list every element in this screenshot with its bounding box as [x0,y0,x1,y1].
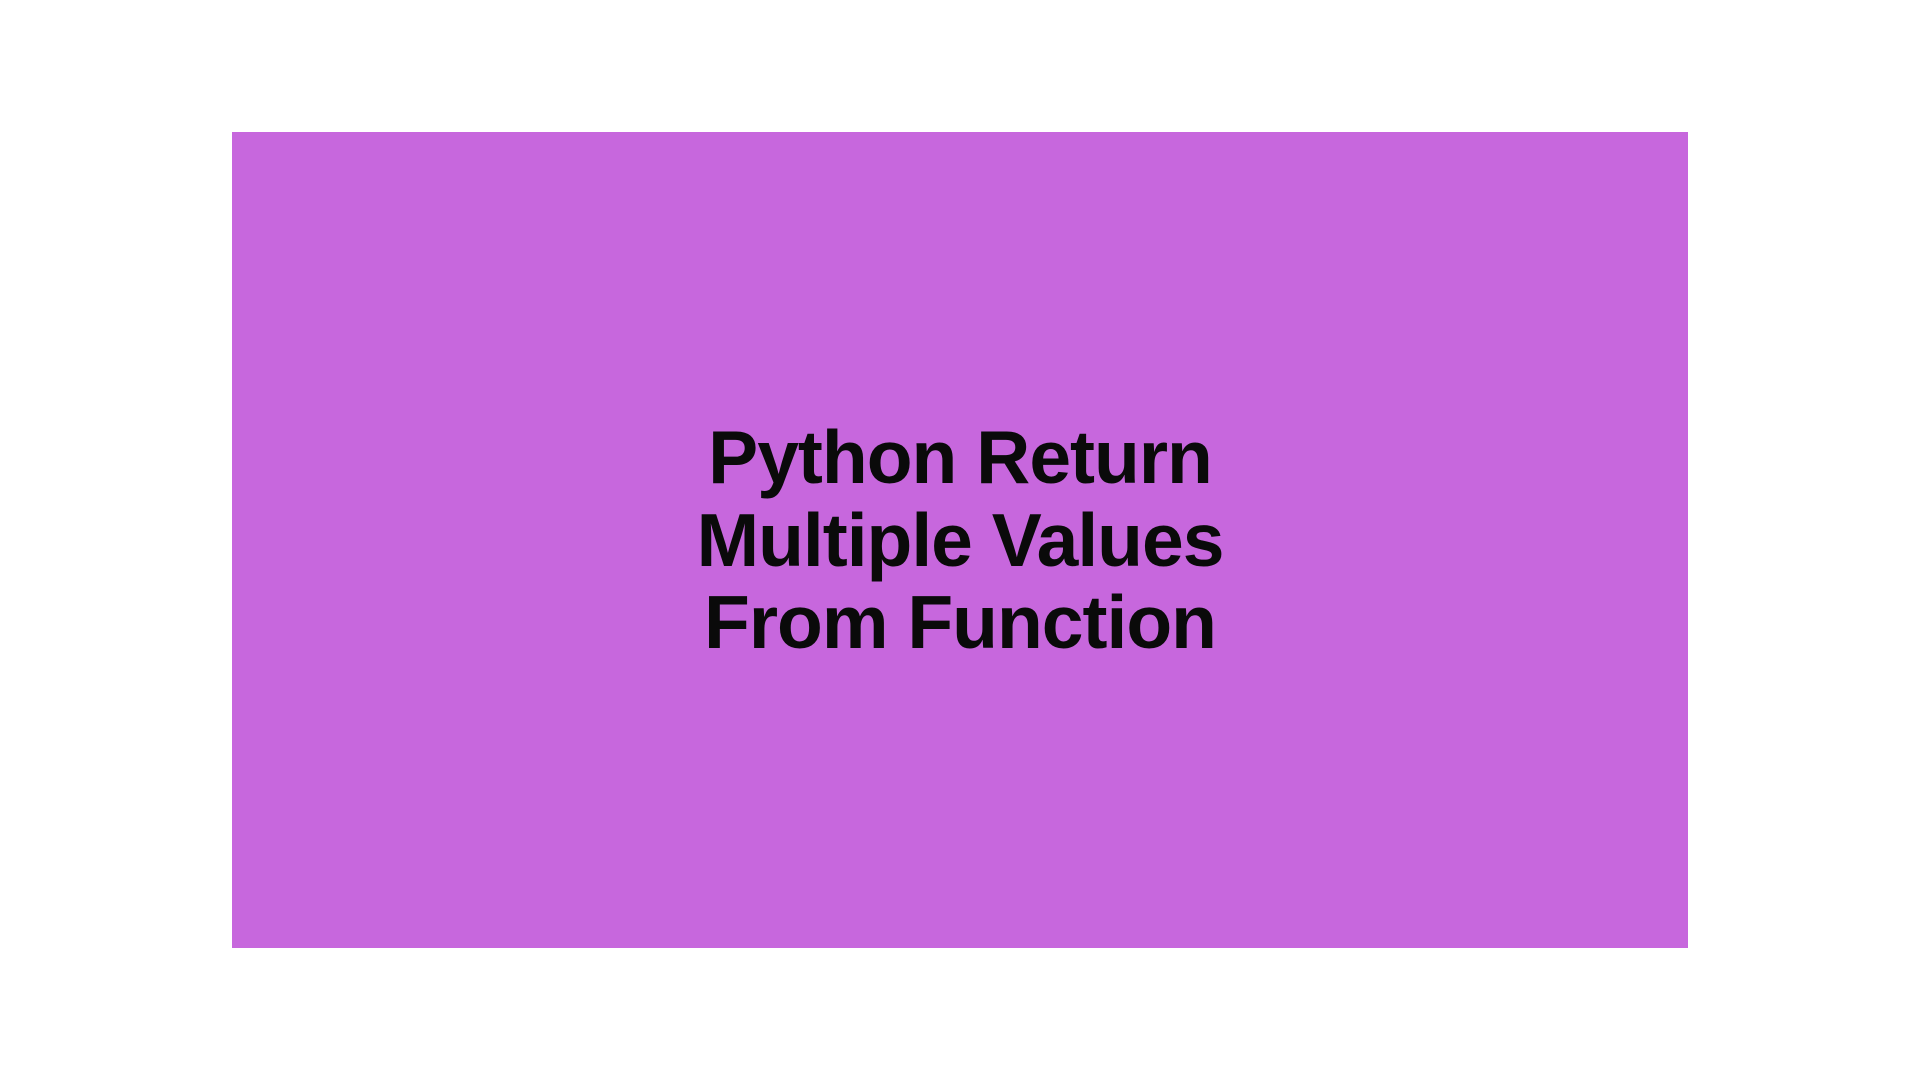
banner-title: Python Return Multiple Values From Funct… [697,416,1224,664]
title-line-1: Python Return [708,415,1212,499]
banner-container: Python Return Multiple Values From Funct… [232,132,1688,948]
title-line-3: From Function [704,580,1216,664]
title-line-2: Multiple Values [697,498,1224,582]
